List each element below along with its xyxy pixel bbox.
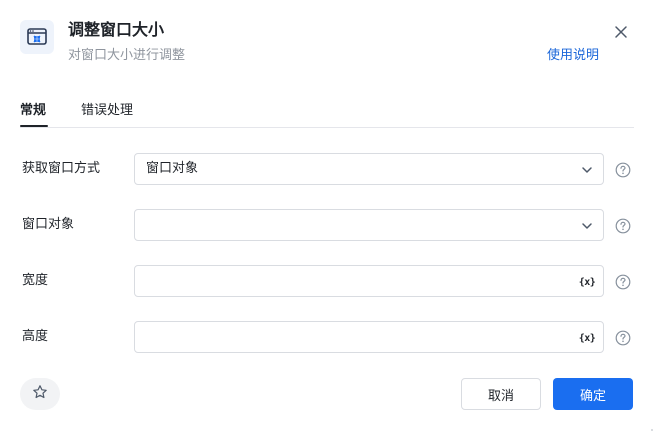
dialog-title: 调整窗口大小 bbox=[68, 20, 165, 39]
window-object-select[interactable] bbox=[134, 209, 604, 241]
cancel-button[interactable]: 取消 bbox=[461, 378, 541, 410]
help-link[interactable]: 使用说明 bbox=[547, 46, 599, 66]
window-method-select[interactable]: 窗口对象 bbox=[134, 153, 604, 185]
form-row-width: 宽度 {x} bbox=[0, 265, 656, 298]
active-tab-indicator bbox=[20, 125, 48, 127]
window-object-label: 窗口对象 bbox=[22, 217, 75, 232]
question-icon[interactable] bbox=[614, 161, 631, 178]
question-icon[interactable] bbox=[614, 329, 631, 346]
window-resize-icon bbox=[20, 20, 54, 54]
tab-general[interactable]: 常规 bbox=[20, 102, 46, 120]
tab-error-handling[interactable]: 错误处理 bbox=[81, 102, 133, 120]
resize-grip-icon[interactable] bbox=[644, 420, 654, 431]
window-method-label: 获取窗口方式 bbox=[22, 161, 101, 176]
close-button[interactable] bbox=[610, 22, 632, 44]
close-icon bbox=[614, 24, 628, 43]
chevron-down-icon bbox=[579, 162, 595, 178]
form-row-window-object: 窗口对象 bbox=[0, 209, 656, 242]
height-input[interactable]: {x} bbox=[134, 321, 604, 353]
dialog-subtitle: 对窗口大小进行调整 bbox=[68, 48, 186, 63]
star-icon bbox=[32, 384, 48, 404]
chevron-down-icon bbox=[579, 218, 595, 234]
tab-bar: 常规 错误处理 bbox=[20, 98, 634, 128]
confirm-button[interactable]: 确定 bbox=[553, 378, 633, 410]
resize-window-dialog: 调整窗口大小 对窗口大小进行调整 使用说明 常规 错误处理 获取窗口方式 窗口对… bbox=[0, 0, 656, 432]
form-row-window-method: 获取窗口方式 窗口对象 bbox=[0, 153, 656, 186]
form-row-height: 高度 {x} bbox=[0, 321, 656, 354]
width-input[interactable]: {x} bbox=[134, 265, 604, 297]
height-label: 高度 bbox=[22, 329, 49, 344]
question-icon[interactable] bbox=[614, 273, 631, 290]
width-label: 宽度 bbox=[22, 273, 49, 288]
favorite-button[interactable] bbox=[20, 378, 60, 410]
variable-icon[interactable]: {x} bbox=[579, 274, 596, 290]
variable-icon[interactable]: {x} bbox=[579, 330, 596, 346]
window-method-value: 窗口对象 bbox=[146, 161, 199, 176]
question-icon[interactable] bbox=[614, 217, 631, 234]
